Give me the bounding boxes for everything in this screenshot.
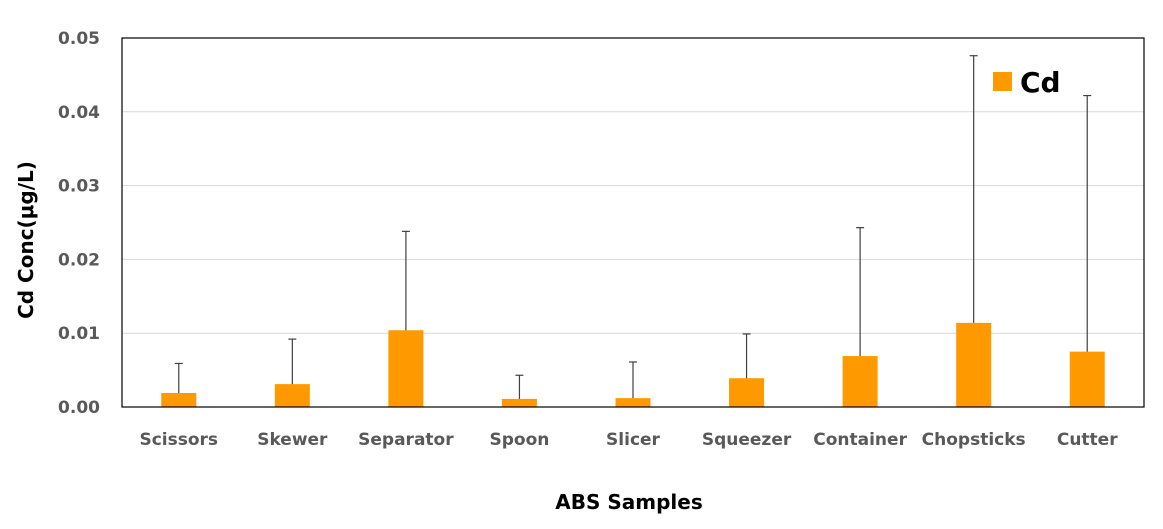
x-axis-categories: Scissors Skewer Separator Spoon Slicer Squeez… <box>139 430 1118 450</box>
x-axis-title: ABS Samples <box>555 490 702 514</box>
x-category-label: Chopsticks <box>922 430 1026 450</box>
x-category-label: Container <box>813 430 907 450</box>
y-tick-label: 0.03 <box>58 177 100 197</box>
y-tick-label: 0.01 <box>58 324 100 344</box>
x-category-label: Cutter <box>1057 430 1118 450</box>
bar-chart: 0.000.010.020.030.040.05 Scissors Skewer S… <box>14 29 1145 514</box>
y-tick-label: 0.02 <box>58 250 100 270</box>
error-bar-spoon <box>515 374 524 399</box>
legend-label-cd: Cd <box>1020 66 1061 99</box>
y-tick-label: 0.05 <box>58 29 100 49</box>
gridlines <box>122 37 1144 334</box>
y-tick-label: 0.04 <box>58 103 100 123</box>
bar-slicer <box>615 398 651 407</box>
x-category-label: Scissors <box>139 430 218 450</box>
error-bar-skewer <box>288 338 297 385</box>
bar-squeezer <box>729 378 765 407</box>
bar-separator <box>388 330 424 407</box>
x-category-label: Spoon <box>490 430 550 450</box>
bar-spoon <box>501 398 537 407</box>
error-bar-separator <box>401 230 410 331</box>
bar-container <box>842 356 878 407</box>
bar-skewer <box>274 384 310 407</box>
bar-scissors <box>161 392 197 407</box>
x-category-label: Skewer <box>257 430 328 450</box>
x-category-label: Slicer <box>606 430 661 450</box>
error-bars <box>174 55 1092 399</box>
x-category-label: Squeezer <box>702 430 792 450</box>
x-category-label: Separator <box>358 430 454 450</box>
error-bar-container <box>856 227 865 357</box>
error-bar-cutter <box>1083 94 1092 352</box>
error-bar-chopsticks <box>969 55 978 323</box>
error-bar-scissors <box>174 362 183 393</box>
y-axis-ticks: 0.00 0.01 0.02 0.03 0.04 0.05 <box>58 29 100 418</box>
legend: Cd <box>993 66 1061 99</box>
bar-cutter <box>1069 351 1105 407</box>
y-axis-title: Cd Conc(μg/L) <box>14 161 38 319</box>
bar-chopsticks <box>956 322 992 407</box>
legend-swatch-cd <box>993 72 1012 91</box>
error-bar-slicer <box>629 361 637 399</box>
error-bar-squeezer <box>742 333 751 379</box>
y-tick-label: 0.00 <box>58 398 100 418</box>
